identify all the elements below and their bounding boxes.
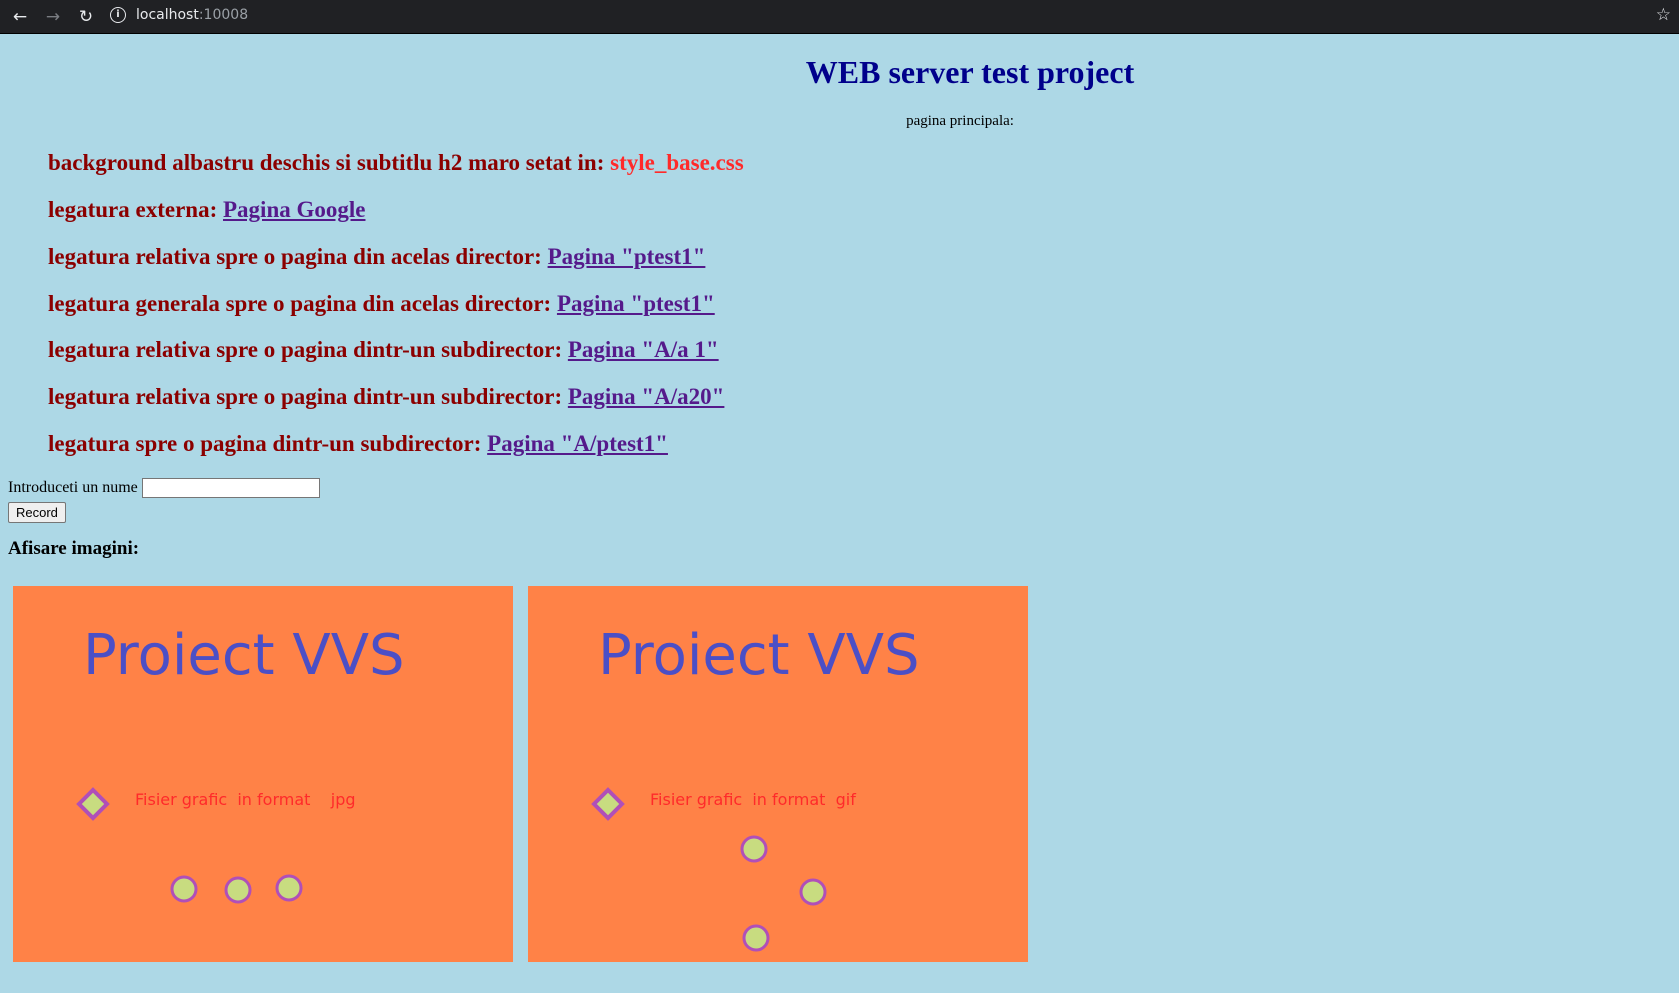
- circle-icon: [224, 876, 252, 904]
- slide-jpg: Proiect VVS Fisier grafic in format jpg: [13, 586, 513, 962]
- link-ptest1-relative[interactable]: Pagina "ptest1": [548, 244, 706, 269]
- image-gif: Proiect VVS Fisier grafic in format gif: [528, 586, 1028, 962]
- name-input[interactable]: [141, 478, 320, 498]
- link-row-general-same-dir: legatura generala spre o pagina din acel…: [48, 291, 715, 317]
- name-label: Introduceti un nume: [8, 479, 138, 496]
- info-row-css: background albastru deschis si subtitlu …: [48, 150, 744, 176]
- row-label: legatura relativa spre o pagina dintr-un…: [48, 337, 568, 362]
- link-row-subdir-ptest1: legatura spre o pagina dintr-un subdirec…: [48, 431, 668, 457]
- url-port: :10008: [198, 7, 249, 23]
- link-google[interactable]: Pagina Google: [223, 197, 365, 222]
- circle-icon: [275, 874, 303, 902]
- circle-icon: [742, 924, 770, 952]
- link-row-subdir-a1: legatura relativa spre o pagina dintr-un…: [48, 337, 719, 363]
- link-row-relative-same-dir: legatura relativa spre o pagina din acel…: [48, 244, 705, 270]
- page-content: WEB server test project pagina principal…: [0, 33, 1679, 993]
- forward-arrow-icon[interactable]: →: [42, 6, 64, 28]
- name-form: Introduceti un nume Record: [8, 478, 320, 523]
- link-row-google: legatura externa: Pagina Google: [48, 197, 365, 223]
- page-title: WEB server test project: [805, 54, 1135, 90]
- image-jpg: Proiect VVS Fisier grafic in format jpg: [13, 586, 513, 962]
- link-a-a1[interactable]: Pagina "A/a 1": [568, 337, 719, 362]
- address-bar[interactable]: i localhost:10008: [110, 3, 1650, 27]
- images-heading: Afisare imagini:: [8, 538, 140, 559]
- row-label: legatura generala spre o pagina din acel…: [48, 291, 557, 316]
- row-label: background albastru deschis si subtitlu …: [48, 150, 611, 175]
- slide-caption: Fisier grafic in format jpg: [135, 790, 356, 809]
- back-arrow-icon[interactable]: ←: [9, 6, 31, 28]
- row-label: legatura externa:: [48, 197, 223, 222]
- link-a-a20[interactable]: Pagina "A/a20": [568, 384, 725, 409]
- browser-toolbar: ← → ↻ i localhost:10008 ☆: [0, 0, 1679, 34]
- row-label: legatura relativa spre o pagina din acel…: [48, 244, 548, 269]
- link-ptest1-general[interactable]: Pagina "ptest1": [557, 291, 715, 316]
- star-icon[interactable]: ☆: [1656, 5, 1671, 25]
- reload-icon[interactable]: ↻: [75, 6, 97, 28]
- link-a-ptest1[interactable]: Pagina "A/ptest1": [487, 431, 668, 456]
- url-host: localhost: [136, 7, 199, 23]
- circle-icon: [799, 878, 827, 906]
- record-button[interactable]: Record: [8, 502, 66, 523]
- row-label: legatura spre o pagina dintr-un subdirec…: [48, 431, 488, 456]
- link-row-subdir-a20: legatura relativa spre o pagina dintr-un…: [48, 384, 724, 410]
- slide-gif: Proiect VVS Fisier grafic in format gif: [528, 586, 1028, 962]
- page-subtitle: pagina principala:: [906, 113, 1014, 129]
- slide-title: Proiect VVS: [83, 623, 405, 688]
- circle-icon: [740, 835, 768, 863]
- circle-icon: [170, 875, 198, 903]
- slide-title: Proiect VVS: [598, 623, 920, 688]
- row-label: legatura relativa spre o pagina dintr-un…: [48, 384, 568, 409]
- info-icon[interactable]: i: [110, 7, 126, 23]
- css-filename: style_base.css: [610, 150, 744, 175]
- slide-caption: Fisier grafic in format gif: [650, 790, 856, 809]
